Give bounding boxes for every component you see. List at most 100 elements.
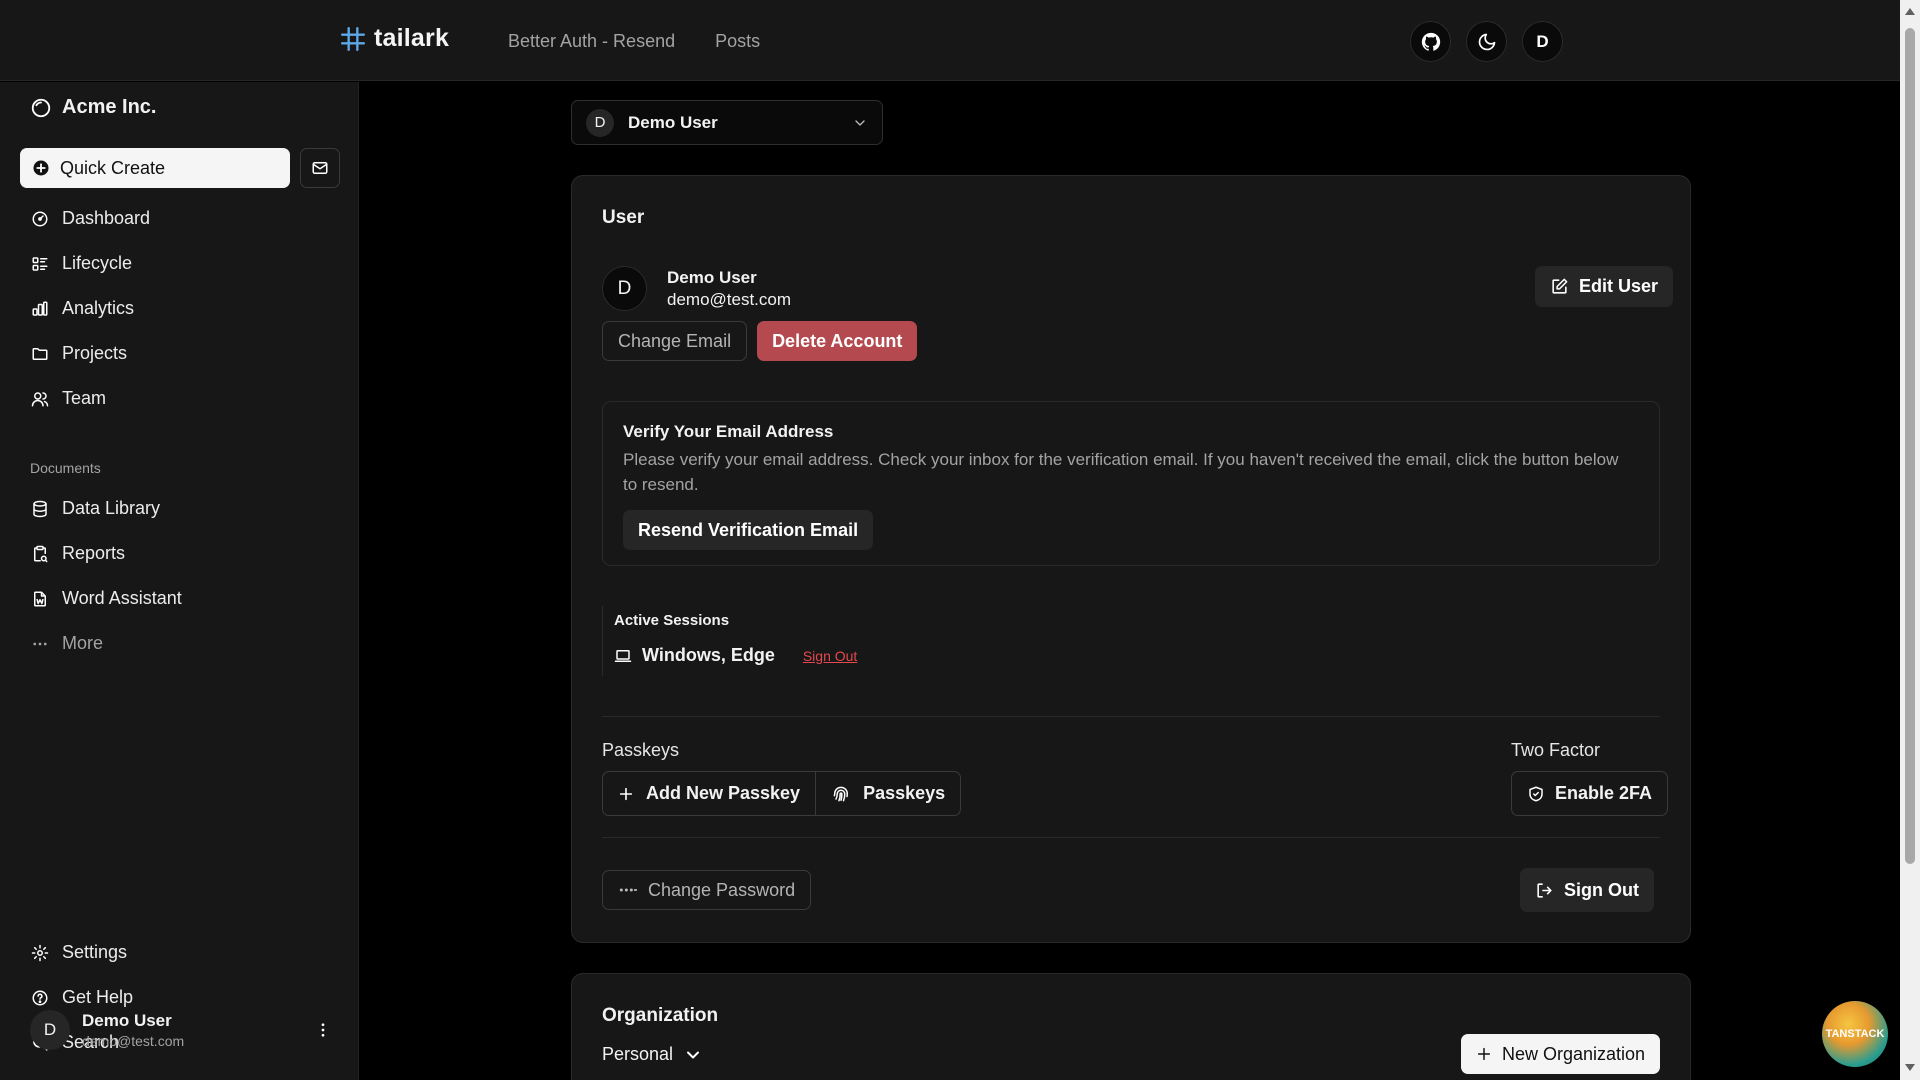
sidebar-item-projects[interactable]: Projects	[30, 331, 340, 376]
sidebar-user-name: Demo User	[82, 1011, 172, 1030]
sidebar-item-label: Settings	[62, 942, 128, 962]
edit-icon	[1550, 277, 1569, 296]
report-icon	[30, 545, 50, 563]
edit-user-button[interactable]: Edit User	[1535, 266, 1674, 307]
brand-name: tailark	[374, 24, 450, 52]
organization-title: Organization	[602, 1005, 719, 1026]
sidebar-user-info: Demo User demo@test.com	[82, 1011, 184, 1049]
sidebar-item-label: Team	[62, 388, 107, 408]
inbox-button[interactable]	[300, 148, 340, 188]
documents-nav: Data Library Reports Word Assistant More	[30, 486, 340, 666]
chevron-down-icon	[852, 115, 868, 131]
profile-email: demo@test.com	[667, 289, 792, 309]
two-factor-label: Two Factor	[1511, 740, 1601, 760]
sidebar-item-lifecycle[interactable]: Lifecycle	[30, 241, 340, 286]
user-avatar-button[interactable]: D	[1522, 21, 1563, 62]
sidebar-item-team[interactable]: Team	[30, 376, 340, 421]
nav-link-posts[interactable]: Posts	[715, 31, 760, 52]
org-name: Acme Inc.	[62, 96, 157, 118]
organization-select[interactable]: Personal	[602, 1044, 703, 1065]
plus-icon	[618, 786, 634, 802]
session-row: Windows, Edge Sign Out	[614, 645, 857, 666]
sidebar-item-word-assistant[interactable]: Word Assistant	[30, 576, 340, 621]
account-actions: Change Email Delete Account	[602, 321, 918, 361]
enable-2fa-label: Enable 2FA	[1555, 783, 1653, 803]
enable-2fa-button[interactable]: Enable 2FA	[1511, 771, 1669, 816]
avatar: D	[602, 266, 647, 311]
divider	[602, 837, 1660, 838]
sidebar-item-dashboard[interactable]: Dashboard	[30, 196, 340, 241]
theme-toggle-button[interactable]	[1466, 21, 1507, 62]
sidebar-user-email: demo@test.com	[82, 1033, 185, 1049]
moon-icon	[1477, 32, 1497, 52]
sidebar-item-settings[interactable]: Settings	[30, 930, 340, 975]
change-password-button[interactable]: Change Password	[602, 870, 812, 910]
passkeys-button-group: Add New Passkey Passkeys	[602, 771, 962, 816]
avatar: D	[30, 1010, 70, 1050]
kebab-menu-icon[interactable]	[314, 1021, 332, 1039]
dashboard-icon	[30, 210, 50, 228]
delete-account-button[interactable]: Delete Account	[757, 321, 918, 361]
nav-link-better-auth[interactable]: Better Auth - Resend	[508, 31, 675, 52]
sidebar-user[interactable]: D Demo User demo@test.com	[30, 1010, 340, 1050]
sidebar-item-label: Dashboard	[62, 208, 151, 228]
sidebar-item-analytics[interactable]: Analytics	[30, 286, 340, 331]
change-email-button[interactable]: Change Email	[602, 321, 748, 361]
sidebar-item-label: Reports	[62, 543, 126, 563]
dots-icon	[30, 635, 50, 653]
user-card-title: User	[602, 207, 645, 228]
password-dots-icon	[618, 882, 638, 898]
top-header: tailark Better Auth - Resend Posts D	[0, 0, 1900, 81]
github-button[interactable]	[1410, 21, 1451, 62]
top-nav: Better Auth - Resend Posts	[508, 31, 760, 52]
passkeys-label: Passkeys	[602, 740, 680, 760]
scrollbar[interactable]	[1900, 0, 1920, 1080]
passkeys-list-button[interactable]: Passkeys	[815, 772, 960, 815]
org-switcher[interactable]: Acme Inc.	[30, 96, 156, 119]
resend-verification-button[interactable]: Resend Verification Email	[623, 510, 874, 550]
user-card: User D Demo User demo@test.com Edit User…	[571, 175, 1691, 943]
plus-circle-icon	[32, 159, 50, 177]
plus-icon	[1476, 1046, 1492, 1062]
sidebar-item-more[interactable]: More	[30, 621, 340, 666]
verify-title: Verify Your Email Address	[623, 422, 834, 441]
user-select-value: Demo User	[628, 112, 718, 132]
quick-create-row: Quick Create	[20, 148, 340, 188]
laptop-icon	[614, 647, 632, 665]
circle-icon	[30, 97, 52, 119]
sidebar: Acme Inc. Quick Create Dashboard Lifecyc…	[0, 82, 359, 1080]
folder-icon	[30, 345, 50, 363]
sidebar-item-label: More	[62, 633, 104, 653]
sidebar-item-label: Word Assistant	[62, 588, 182, 608]
edit-user-label: Edit User	[1579, 276, 1659, 296]
documents-section-label: Documents	[30, 460, 101, 476]
settings-icon	[30, 944, 50, 962]
header-actions: D	[1410, 21, 1563, 62]
sidebar-item-label: Lifecycle	[62, 253, 133, 273]
user-select[interactable]: D Demo User	[571, 100, 883, 145]
chart-bar-icon	[30, 300, 50, 318]
scroll-up-arrow-icon[interactable]	[1905, 8, 1915, 15]
profile-info: D Demo User demo@test.com	[602, 266, 791, 311]
add-passkey-label: Add New Passkey	[646, 783, 801, 803]
verify-text: Please verify your email address. Check …	[623, 450, 1619, 494]
quick-create-button[interactable]: Quick Create	[20, 148, 290, 188]
sign-out-button[interactable]: Sign Out	[1520, 868, 1654, 912]
brand-logo[interactable]: tailark	[340, 24, 449, 53]
sign-out-label: Sign Out	[1564, 879, 1639, 900]
scroll-thumb[interactable]	[1905, 28, 1915, 864]
github-icon	[1420, 31, 1442, 53]
tanstack-devtools-badge[interactable]: TANSTACK	[1822, 1001, 1888, 1067]
sidebar-item-data-library[interactable]: Data Library	[30, 486, 340, 531]
add-passkey-button[interactable]: Add New Passkey	[603, 772, 815, 815]
sidebar-item-label: Projects	[62, 343, 128, 363]
help-icon	[30, 989, 50, 1007]
database-icon	[30, 500, 50, 518]
sidebar-item-reports[interactable]: Reports	[30, 531, 340, 576]
scroll-down-arrow-icon[interactable]	[1905, 1064, 1915, 1071]
logout-icon	[1535, 881, 1554, 900]
session-sign-out-link[interactable]: Sign Out	[803, 648, 857, 664]
shield-check-icon	[1527, 785, 1545, 803]
new-organization-button[interactable]: New Organization	[1461, 1034, 1661, 1074]
change-password-label: Change Password	[648, 879, 796, 900]
